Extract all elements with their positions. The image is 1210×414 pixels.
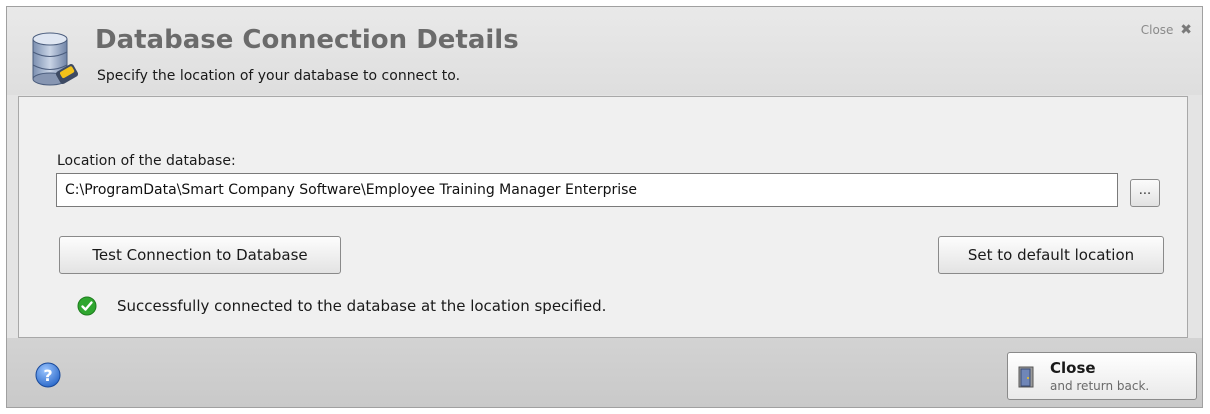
close-button-label: Close	[1050, 359, 1096, 377]
dialog-title: Database Connection Details	[95, 25, 519, 55]
database-connection-dialog: Database Connection Details Specify the …	[6, 6, 1203, 408]
dialog-footer: ? Close and return back.	[7, 338, 1202, 407]
set-default-location-button[interactable]: Set to default location	[938, 236, 1164, 274]
connection-status: Successfully connected to the database a…	[77, 295, 606, 317]
svg-text:?: ?	[43, 366, 52, 385]
help-icon[interactable]: ?	[35, 362, 61, 388]
status-message: Successfully connected to the database a…	[117, 297, 607, 315]
test-connection-button[interactable]: Test Connection to Database	[59, 236, 341, 274]
connection-panel: Location of the database: ... Test Conne…	[18, 96, 1188, 338]
success-check-icon	[77, 296, 97, 316]
close-link-label: Close	[1140, 23, 1174, 37]
close-link[interactable]: Close ✖	[1141, 22, 1192, 38]
dialog-subtitle: Specify the location of your database to…	[97, 68, 461, 84]
door-exit-icon	[1018, 366, 1034, 388]
dialog-header: Database Connection Details Specify the …	[7, 7, 1202, 95]
database-location-input[interactable]	[56, 173, 1118, 207]
close-button[interactable]: Close and return back.	[1007, 352, 1197, 400]
close-x-icon: ✖	[1180, 22, 1192, 38]
location-label: Location of the database:	[57, 153, 236, 169]
browse-button[interactable]: ...	[1130, 179, 1160, 207]
close-button-sublabel: and return back.	[1050, 379, 1150, 393]
database-icon	[32, 32, 79, 86]
